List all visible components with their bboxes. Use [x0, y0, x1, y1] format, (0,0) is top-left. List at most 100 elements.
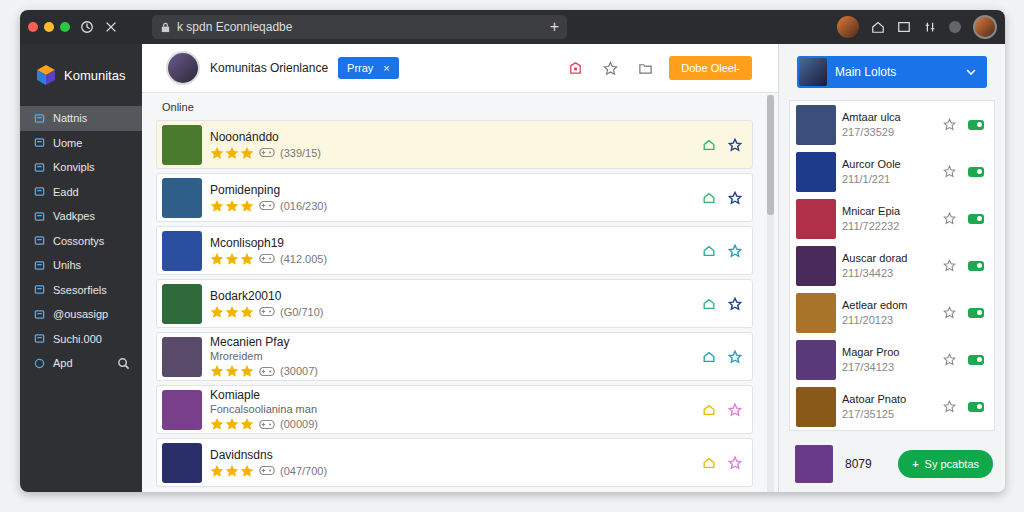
sidebar-item-label: Suchi.000 — [53, 333, 102, 345]
house-icon[interactable] — [702, 403, 716, 417]
new-tab-button[interactable]: + — [550, 18, 559, 36]
favorite-star-icon[interactable] — [728, 244, 742, 258]
lobby-item[interactable]: Aurcor Oole 211/1/221 — [790, 148, 994, 195]
star-outline-icon[interactable] — [943, 306, 956, 319]
page: k spdn Econnieqadbe + Komunitas Nattnis … — [0, 0, 1024, 512]
star-outline-icon[interactable] — [943, 165, 956, 178]
home-icon[interactable] — [871, 20, 885, 34]
rating — [210, 146, 254, 160]
address-bar[interactable]: k spdn Econnieqadbe + — [152, 15, 567, 39]
favorite-star-icon[interactable] — [728, 403, 742, 417]
sidebar-item[interactable]: Konvipls — [20, 155, 142, 180]
player-card[interactable]: Pomidenping (016/230) — [156, 173, 753, 222]
lobby-toggle[interactable] — [968, 355, 984, 365]
community-title: Komunitas Orienlance — [210, 61, 328, 75]
logo[interactable]: Komunitas — [20, 44, 142, 106]
profile-avatar[interactable] — [837, 16, 859, 38]
lobby-toggle[interactable] — [968, 120, 984, 130]
house-icon[interactable] — [702, 297, 716, 311]
favorite-star-icon[interactable] — [728, 297, 742, 311]
cube-logo-icon — [34, 63, 58, 87]
chip-close[interactable]: × — [383, 62, 389, 74]
community-avatar[interactable] — [166, 51, 200, 85]
player-card[interactable]: Mecanien Pfay Mroreidem (30007) — [156, 332, 753, 381]
search-icon[interactable] — [117, 357, 130, 370]
player-card[interactable]: Nooonánddo (339/15) — [156, 120, 753, 169]
lobby-avatar — [796, 246, 836, 286]
user-avatar[interactable] — [973, 15, 997, 39]
sidebar-item[interactable]: Uome — [20, 131, 142, 156]
maximize-dot[interactable] — [60, 22, 70, 32]
house-icon[interactable] — [702, 244, 716, 258]
house-icon[interactable] — [702, 350, 716, 364]
lobby-toggle[interactable] — [968, 402, 984, 412]
lobby-info: Aetlear edom 211/20123 — [842, 299, 937, 326]
clock-icon[interactable] — [80, 20, 94, 34]
favorite-star-icon[interactable] — [728, 456, 742, 470]
house-icon[interactable] — [702, 191, 716, 205]
star-outline-icon[interactable] — [943, 400, 956, 413]
lobby-toggle[interactable] — [968, 261, 984, 271]
sidebar-item[interactable]: Nattnis — [20, 106, 142, 131]
gamepad-icon — [259, 465, 275, 476]
sidebar-item[interactable]: Unihs — [20, 253, 142, 278]
sidebar-item[interactable]: Eadd — [20, 180, 142, 205]
player-card[interactable]: Bodark20010 (G0/710) — [156, 279, 753, 328]
lobby-item[interactable]: Aetlear edom 211/20123 — [790, 289, 994, 336]
folder-icon[interactable] — [638, 61, 653, 76]
action-button[interactable]: Dobe Oleel- — [669, 56, 752, 80]
player-card[interactable]: Davidnsdns (047/700) — [156, 438, 753, 487]
close-dot[interactable] — [28, 22, 38, 32]
sidebar-item[interactable]: Vadkpes — [20, 204, 142, 229]
star-outline-icon[interactable] — [943, 118, 956, 131]
sidebar-item[interactable]: @ousasigp — [20, 302, 142, 327]
star-filled-icon — [240, 146, 254, 160]
player-subtitle: Mroreidem — [210, 351, 694, 362]
lobby-item[interactable]: Amtaar ulca 217/33529 — [790, 101, 994, 148]
house-icon[interactable] — [702, 456, 716, 470]
sidebar-item-label: Konvipls — [53, 161, 95, 173]
sidebar-item[interactable]: Apd — [20, 351, 142, 376]
lobby-code: 211/20123 — [842, 314, 937, 326]
lobby-item[interactable]: Auscar dorad 211/34423 — [790, 242, 994, 289]
lobby-name: Amtaar ulca — [842, 111, 937, 123]
favorite-star-icon[interactable] — [728, 191, 742, 205]
gamepad-icon — [259, 147, 275, 158]
lobby-item[interactable]: Magar Proo 217/34123 — [790, 336, 994, 383]
window-icon[interactable] — [897, 20, 911, 34]
star-outline-icon[interactable] — [943, 353, 956, 366]
scroll-thumb[interactable] — [767, 95, 774, 215]
favorite-star-icon[interactable] — [728, 350, 742, 364]
star-outline-icon[interactable] — [943, 212, 956, 225]
lobby-toggle[interactable] — [968, 167, 984, 177]
status-icon[interactable] — [949, 21, 961, 33]
star-filled-icon — [240, 199, 254, 213]
sidebar-item[interactable]: Cossontys — [20, 229, 142, 254]
star-outline-icon[interactable] — [943, 259, 956, 272]
lobby-name: Aurcor Oole — [842, 158, 937, 170]
lobby-dropdown[interactable]: Main Lolots — [797, 56, 987, 88]
scrollbar[interactable] — [767, 95, 774, 492]
player-card[interactable]: Mconlisoph19 (412.005) — [156, 226, 753, 275]
bookmark-icon[interactable] — [568, 61, 583, 76]
minimize-dot[interactable] — [44, 22, 54, 32]
filter-chip[interactable]: Prray × — [338, 57, 399, 79]
lobby-toggle[interactable] — [968, 214, 984, 224]
star-filled-icon — [210, 305, 224, 319]
star-filled-icon — [225, 464, 239, 478]
favorite-star-icon[interactable] — [728, 138, 742, 152]
player-card[interactable]: Komiaple Foncalsoolianina man (00009) — [156, 385, 753, 434]
sidebar-item[interactable]: Suchi.000 — [20, 327, 142, 352]
sidebar-item-label: Vadkpes — [53, 210, 95, 222]
settings-icon[interactable] — [923, 20, 937, 34]
lobby-toggle[interactable] — [968, 308, 984, 318]
sidebar-nav: Nattnis Uome Konvipls Eadd Vadkpes Cosso… — [20, 106, 142, 376]
circle-icon — [34, 358, 45, 369]
close-icon[interactable] — [104, 20, 118, 34]
lobby-item[interactable]: Mnicar Epia 211/722232 — [790, 195, 994, 242]
add-button[interactable]: + Sy pcabtas — [898, 450, 993, 478]
sidebar-item[interactable]: Ssesorfiels — [20, 278, 142, 303]
lobby-item[interactable]: Aatoar Pnato 217/35125 — [790, 383, 994, 430]
house-icon[interactable] — [702, 138, 716, 152]
star-icon[interactable] — [603, 61, 618, 76]
